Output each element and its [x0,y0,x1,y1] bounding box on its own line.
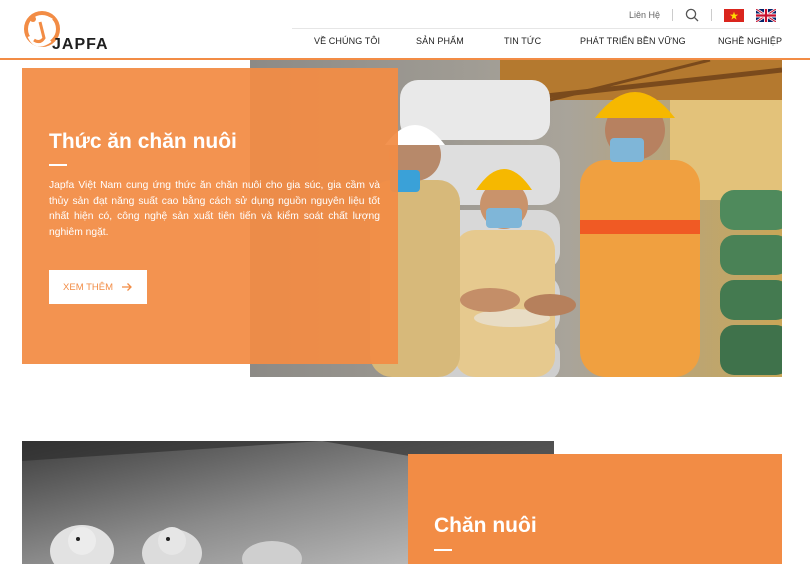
nav-item-news[interactable]: TIN TỨC [504,36,541,46]
see-more-button[interactable]: XEM THÊM [49,270,147,304]
main-nav: VỀ CHÚNG TÔI SẢN PHẨM TIN TỨC PHÁT TRIỂN… [0,36,810,50]
nav-divider [292,28,780,29]
feed-feature-title: Thức ăn chăn nuôi [49,130,237,153]
nav-item-sustainability[interactable]: PHÁT TRIỂN BỀN VỮNG [580,36,686,46]
divider [672,9,673,21]
nav-item-about[interactable]: VỀ CHÚNG TÔI [314,36,380,46]
livestock-feature-card [408,454,782,564]
flag-uk-icon[interactable] [756,8,776,22]
feed-feature-description: Japfa Việt Nam cung ứng thức ăn chăn nuô… [49,180,380,238]
nav-item-products[interactable]: SẢN PHẨM [416,36,464,46]
flag-vietnam-icon[interactable] [724,8,744,22]
top-utility-bar: Liên Hệ [629,6,776,24]
arrow-right-icon [121,280,133,295]
nav-item-careers[interactable]: NGHỀ NGHIỆP [718,36,782,46]
site-header: JAPFA Liên Hệ VỀ CHÚNG TÔI SẢN PHẨM TIN … [0,0,810,60]
title-underline [49,164,67,166]
see-more-label: XEM THÊM [63,281,113,293]
title-underline [434,549,452,551]
livestock-feature-title: Chăn nuôi [434,514,537,537]
contact-link[interactable]: Liên Hệ [629,10,660,20]
search-icon[interactable] [685,8,699,22]
divider [711,9,712,21]
